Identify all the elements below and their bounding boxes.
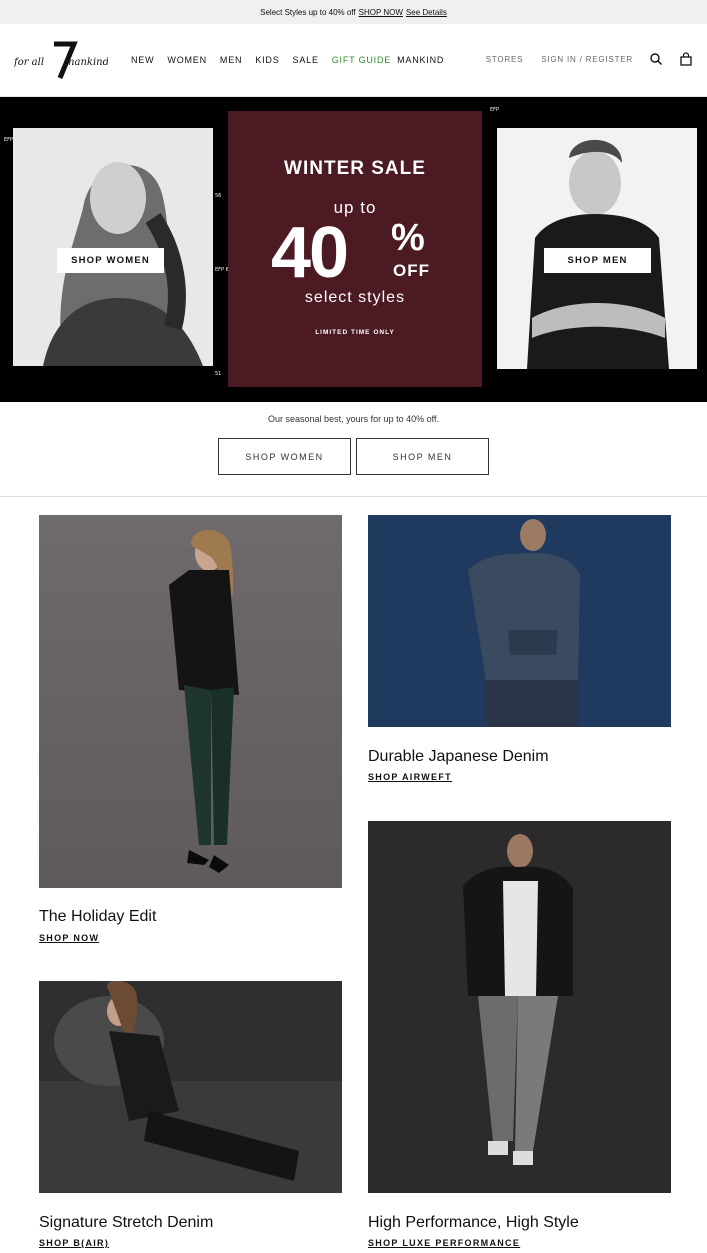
nav-women[interactable]: WOMEN (167, 55, 207, 65)
stretch-denim-link[interactable]: SHOP B(AIR) (39, 1238, 109, 1248)
nav-mankind[interactable]: MANKIND (397, 55, 444, 65)
signin-link[interactable]: SIGN IN / REGISTER (541, 55, 633, 64)
brand-logo[interactable]: for all mankind (13, 41, 109, 81)
svg-text:for all: for all (14, 57, 44, 68)
sale-select-styles: select styles (304, 289, 406, 306)
bag-icon[interactable] (679, 52, 693, 66)
japanese-denim-image[interactable] (368, 515, 671, 727)
stretch-denim-image[interactable] (39, 981, 342, 1193)
japanese-denim-title: Durable Japanese Denim (368, 748, 549, 765)
high-performance-title: High Performance, High Style (368, 1214, 579, 1231)
nav-new[interactable]: NEW (131, 55, 154, 65)
promo-see-details-link[interactable]: See Details (406, 8, 447, 17)
nav-gift-guide[interactable]: GIFT GUIDE (332, 55, 391, 65)
search-icon[interactable] (649, 52, 663, 66)
svg-text:mankind: mankind (65, 57, 108, 68)
stores-link[interactable]: STORES (486, 55, 524, 64)
film-mark: EFP (4, 137, 14, 143)
nav-kids[interactable]: KIDS (255, 55, 279, 65)
main-nav: NEW WOMEN MEN KIDS SALE GIFT GUIDE MANKI… (131, 55, 457, 65)
sale-panel[interactable]: WINTER SALE up to 40 % OFF select styles… (228, 111, 482, 387)
seasonal-tagline: Our seasonal best, yours for up to 40% o… (268, 414, 439, 424)
holiday-edit-link[interactable]: SHOP NOW (39, 933, 99, 943)
film-mark: 51 (215, 371, 222, 377)
hero-women-photo[interactable] (13, 128, 213, 366)
section-divider (0, 496, 707, 497)
hero-banner: EFP 56 EFP 6605 51 EFP WINTER SALE up to… (0, 97, 707, 402)
site-header: for all mankind NEW WOMEN MEN KIDS SALE … (0, 24, 707, 97)
logo-mark: for all mankind (13, 41, 109, 79)
high-performance-link[interactable]: SHOP LUXE PERFORMANCE (368, 1238, 520, 1248)
utility-nav: STORES SIGN IN / REGISTER (468, 52, 693, 66)
stretch-denim-title: Signature Stretch Denim (39, 1214, 214, 1231)
japanese-denim-link[interactable]: SHOP AIRWEFT (368, 772, 452, 782)
nav-sale[interactable]: SALE (293, 55, 319, 65)
high-performance-image[interactable] (368, 821, 671, 1193)
hero-shop-men-button[interactable]: SHOP MEN (544, 248, 651, 273)
promo-text: Select Styles up to 40% off (260, 7, 356, 17)
sale-off: OFF (393, 261, 430, 280)
film-mark: EFP (490, 107, 500, 113)
sale-number: 40 (271, 213, 349, 293)
nav-men[interactable]: MEN (220, 55, 242, 65)
shop-women-button[interactable]: SHOP WOMEN (218, 438, 351, 475)
sale-upto: up to (333, 198, 377, 217)
film-mark: 56 (215, 193, 222, 199)
sale-percent: % (391, 217, 425, 259)
holiday-edit-title: The Holiday Edit (39, 908, 157, 925)
shop-men-button[interactable]: SHOP MEN (356, 438, 489, 475)
promo-shop-now-link[interactable]: SHOP NOW (359, 8, 403, 17)
promo-bar: Select Styles up to 40% off SHOP NOW See… (0, 0, 707, 24)
holiday-edit-image[interactable] (39, 515, 342, 888)
sale-title: WINTER SALE (284, 158, 426, 179)
hero-shop-women-button[interactable]: SHOP WOMEN (57, 248, 164, 273)
sale-limited: LIMITED TIME ONLY (315, 329, 395, 336)
